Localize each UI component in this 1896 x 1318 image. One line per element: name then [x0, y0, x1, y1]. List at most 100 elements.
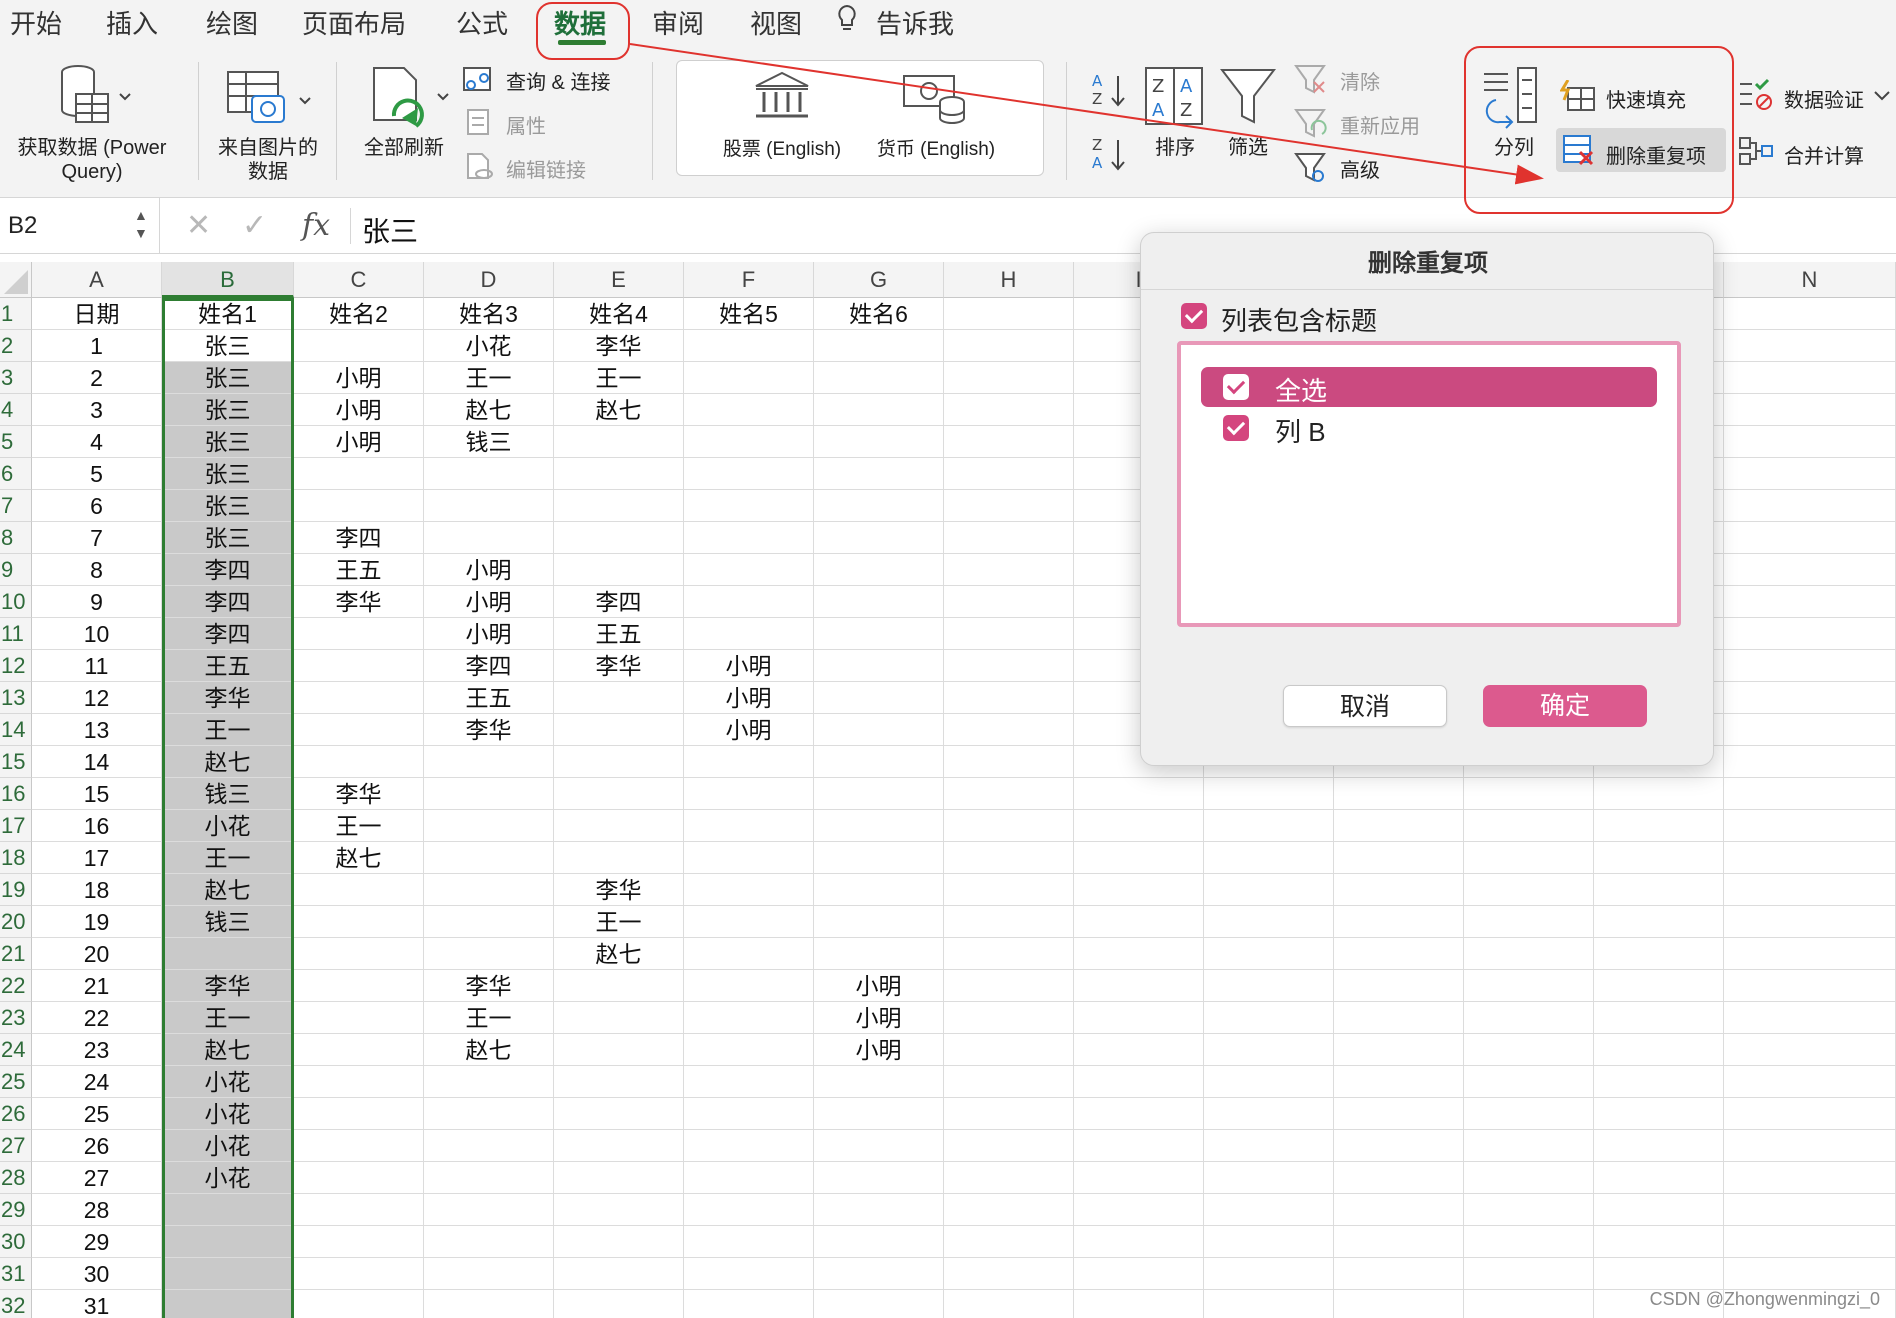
- table-cell[interactable]: [424, 746, 554, 778]
- table-cell[interactable]: [1074, 1066, 1204, 1098]
- column-header-b[interactable]: B: [162, 262, 294, 298]
- table-cell[interactable]: [684, 810, 814, 842]
- table-cell[interactable]: 12: [32, 682, 162, 714]
- table-cell[interactable]: [294, 746, 424, 778]
- table-cell[interactable]: [944, 1162, 1074, 1194]
- table-cell[interactable]: [944, 1226, 1074, 1258]
- table-cell[interactable]: [684, 1258, 814, 1290]
- table-cell[interactable]: [814, 1130, 944, 1162]
- table-cell[interactable]: [1724, 778, 1896, 810]
- tab-formulas[interactable]: 公式: [456, 4, 508, 41]
- table-cell[interactable]: [1074, 906, 1204, 938]
- table-cell[interactable]: [554, 1226, 684, 1258]
- table-cell[interactable]: [294, 458, 424, 490]
- table-cell[interactable]: [1724, 586, 1896, 618]
- table-cell[interactable]: [684, 490, 814, 522]
- table-cell[interactable]: [1724, 874, 1896, 906]
- table-cell[interactable]: [684, 1098, 814, 1130]
- table-cell[interactable]: 王五: [294, 554, 424, 586]
- row-header[interactable]: 23: [0, 1002, 32, 1034]
- table-cell[interactable]: 9: [32, 586, 162, 618]
- table-cell[interactable]: [814, 1162, 944, 1194]
- header-cell[interactable]: [944, 298, 1074, 330]
- table-cell[interactable]: [944, 970, 1074, 1002]
- table-cell[interactable]: [294, 330, 424, 362]
- table-cell[interactable]: [684, 330, 814, 362]
- table-cell[interactable]: [814, 650, 944, 682]
- table-cell[interactable]: 1: [32, 330, 162, 362]
- cancel-entry-icon[interactable]: ✕: [186, 208, 211, 243]
- row-header[interactable]: 16: [0, 778, 32, 810]
- table-cell[interactable]: 26: [32, 1130, 162, 1162]
- row-header[interactable]: 25: [0, 1066, 32, 1098]
- table-cell[interactable]: [554, 1066, 684, 1098]
- table-cell[interactable]: [294, 1098, 424, 1130]
- table-cell[interactable]: [1334, 938, 1464, 970]
- table-cell[interactable]: [554, 490, 684, 522]
- table-cell[interactable]: 28: [32, 1194, 162, 1226]
- table-cell[interactable]: 王一: [162, 842, 294, 874]
- table-cell[interactable]: 张三: [162, 394, 294, 426]
- row-header[interactable]: 9: [0, 554, 32, 586]
- table-cell[interactable]: [424, 1258, 554, 1290]
- table-cell[interactable]: 小明: [684, 682, 814, 714]
- column-header-n[interactable]: N: [1724, 262, 1896, 298]
- table-cell[interactable]: [1594, 1130, 1724, 1162]
- table-cell[interactable]: [814, 938, 944, 970]
- table-cell[interactable]: [1074, 1034, 1204, 1066]
- table-cell[interactable]: [684, 458, 814, 490]
- table-cell[interactable]: [294, 1066, 424, 1098]
- table-cell[interactable]: [1204, 1258, 1334, 1290]
- table-cell[interactable]: 王五: [162, 650, 294, 682]
- table-cell[interactable]: [1464, 970, 1594, 1002]
- table-cell[interactable]: [1724, 1130, 1896, 1162]
- get-data-button[interactable]: 获取数据 (Power Query): [8, 136, 176, 184]
- row-header[interactable]: 13: [0, 682, 32, 714]
- tab-tell-me[interactable]: 告诉我: [876, 4, 954, 41]
- table-cell[interactable]: [1074, 938, 1204, 970]
- table-cell[interactable]: [1464, 906, 1594, 938]
- table-cell[interactable]: 李华: [554, 650, 684, 682]
- table-cell[interactable]: [1204, 874, 1334, 906]
- table-cell[interactable]: 8: [32, 554, 162, 586]
- table-cell[interactable]: 15: [32, 778, 162, 810]
- table-cell[interactable]: 王一: [554, 362, 684, 394]
- table-cell[interactable]: [554, 682, 684, 714]
- column-header-c[interactable]: C: [294, 262, 424, 298]
- table-cell[interactable]: [944, 618, 1074, 650]
- table-cell[interactable]: [1204, 906, 1334, 938]
- table-cell[interactable]: [944, 1194, 1074, 1226]
- tab-page-layout[interactable]: 页面布局: [302, 4, 406, 41]
- table-cell[interactable]: [1594, 1226, 1724, 1258]
- table-cell[interactable]: [1464, 778, 1594, 810]
- table-cell[interactable]: [1074, 1130, 1204, 1162]
- table-cell[interactable]: 小明: [684, 650, 814, 682]
- row-header[interactable]: 5: [0, 426, 32, 458]
- table-cell[interactable]: [814, 1098, 944, 1130]
- table-cell[interactable]: [684, 1002, 814, 1034]
- row-header[interactable]: 2: [0, 330, 32, 362]
- table-cell[interactable]: [1074, 1290, 1204, 1318]
- column-header-a[interactable]: A: [32, 262, 162, 298]
- row-header[interactable]: 28: [0, 1162, 32, 1194]
- row-header[interactable]: 31: [0, 1258, 32, 1290]
- table-cell[interactable]: [1204, 1066, 1334, 1098]
- table-cell[interactable]: [944, 810, 1074, 842]
- table-cell[interactable]: [1594, 874, 1724, 906]
- table-cell[interactable]: [684, 1162, 814, 1194]
- tab-insert[interactable]: 插入: [106, 4, 158, 41]
- table-cell[interactable]: [1464, 1226, 1594, 1258]
- table-cell[interactable]: [684, 1130, 814, 1162]
- table-cell[interactable]: [944, 330, 1074, 362]
- sort-button[interactable]: 排序: [1140, 136, 1210, 160]
- table-cell[interactable]: 14: [32, 746, 162, 778]
- table-cell[interactable]: [294, 714, 424, 746]
- clear-button[interactable]: 清除: [1340, 66, 1380, 95]
- row-header[interactable]: 1: [0, 298, 32, 330]
- table-cell[interactable]: [554, 1130, 684, 1162]
- table-cell[interactable]: 小花: [162, 1066, 294, 1098]
- table-cell[interactable]: [554, 970, 684, 1002]
- table-cell[interactable]: 钱三: [424, 426, 554, 458]
- row-header[interactable]: 8: [0, 522, 32, 554]
- table-cell[interactable]: [684, 970, 814, 1002]
